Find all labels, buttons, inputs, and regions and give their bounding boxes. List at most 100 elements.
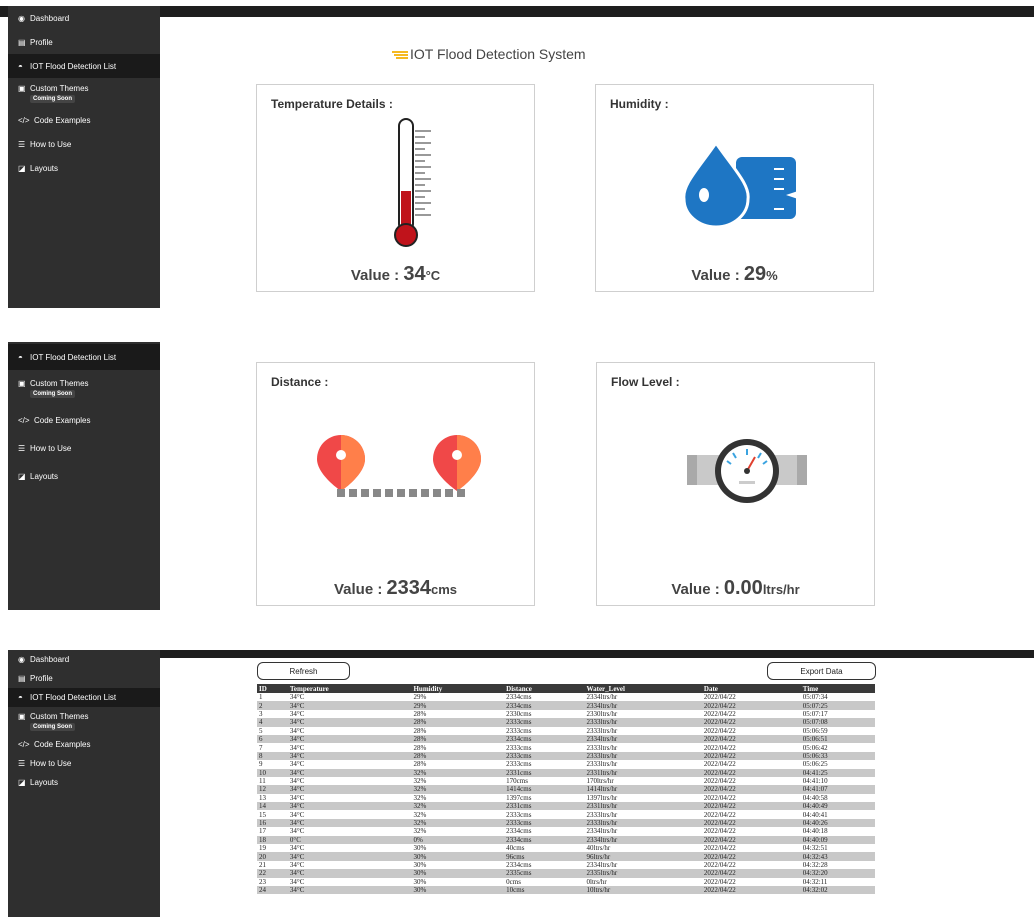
value-prefix: Value : (671, 581, 720, 598)
export-data-button[interactable]: Export Data (767, 662, 876, 680)
table-cell: 17 (259, 827, 266, 836)
table-cell: 05:06:25 (802, 760, 828, 769)
sidebar-item-label: Dashboard (30, 655, 70, 664)
sidebar-item-label: Code Examples (34, 415, 91, 425)
value-number: 0.00 (723, 577, 763, 599)
sidebar-item-label: IOT Flood Detection List (30, 61, 117, 71)
table-cell: 28% (411, 734, 505, 744)
table-cell: 13 (259, 793, 266, 802)
table-cell: 34°C (289, 861, 305, 869)
table-cell: 2022/04/22 (703, 793, 736, 802)
table-cell: 14 (257, 802, 288, 811)
table-cell: 2330ltrs/hr (586, 709, 618, 718)
sidebar-item-code-examples[interactable]: </> Code Examples (8, 108, 160, 132)
table-cell: 05:07:25 (800, 701, 875, 710)
table-cell: 2331ltrs/hr (584, 802, 702, 811)
table-cell: 2335ltrs/hr (584, 869, 702, 878)
sidebar-item-code-examples[interactable]: </> Code Examples (8, 735, 160, 754)
coming-soon-badge: Coming Soon (30, 722, 75, 731)
table-cell: 2022/04/22 (701, 885, 801, 895)
sidebar-item-custom-themes[interactable]: ▣ Custom Themes Coming Soon (8, 78, 160, 108)
table-cell: 11 (259, 777, 266, 786)
table-cell: 20 (257, 852, 288, 861)
table-cell: 0% (411, 835, 505, 845)
table-cell: 2331ltrs/hr (584, 768, 702, 777)
sidebar-item-layouts[interactable]: ◪ Layouts (8, 156, 160, 180)
table-cell: 2334ltrs/hr (586, 861, 618, 869)
sidebar-item-custom-themes[interactable]: ▣ Custom Themes Coming Soon (8, 707, 160, 735)
table-cell: 4 (257, 718, 288, 727)
table-cell: 2334ltrs/hr (584, 701, 702, 710)
temperature-card: Temperature Details : Value : 34°C (256, 84, 535, 292)
table-cell: 34°C (289, 810, 305, 819)
card-title: Humidity : (610, 97, 669, 111)
table-cell: 28% (413, 726, 427, 735)
table-cell: 04:32:02 (800, 885, 875, 895)
table-cell: 10ltrs/hr (584, 885, 702, 895)
value-number: 2334 (386, 577, 432, 599)
sidebar-item-dashboard[interactable]: ◉ Dashboard (8, 6, 160, 30)
table-cell: 2331cms (504, 802, 585, 811)
sidebar-item-layouts[interactable]: ◪ Layouts (8, 773, 160, 792)
table-cell: 05:06:59 (802, 726, 828, 735)
refresh-button[interactable]: Refresh (257, 662, 350, 680)
value-prefix: Value : (691, 267, 740, 284)
table-row: 17 34°C 32% 2334cms 2334ltrs/hr 2022/04/22 04:… (257, 827, 875, 835)
list-icon: ☰ (18, 139, 26, 149)
distance-value: Value : 2334cms (257, 577, 534, 600)
sidebar-item-flood-list[interactable]: ◓ IOT Flood Detection List (8, 688, 160, 707)
sidebar-item-label: How to Use (30, 759, 72, 768)
column-header: Time (800, 684, 875, 693)
sidebar-item-profile[interactable]: ▤ Profile (8, 30, 160, 54)
sidebar-item-custom-themes[interactable]: ▣ Custom Themes Coming Soon (8, 370, 160, 406)
flow-level-value: Value : 0.00ltrs/hr (597, 577, 874, 600)
table-cell: 04:32:28 (802, 861, 828, 869)
profile-icon: ▤ (18, 37, 26, 47)
sidebar-item-how-to-use[interactable]: ☰ How to Use (8, 132, 160, 156)
table-cell: 30% (411, 885, 505, 895)
table-cell: 04:40:18 (802, 827, 828, 836)
table-cell: 1414ltrs/hr (584, 785, 702, 794)
page-title: IOT Flood Detection System (390, 46, 586, 63)
table-row: 14 34°C 32% 2331cms 2331ltrs/hr 2022/04/22 04:… (257, 802, 875, 811)
table-cell: 34°C (287, 852, 412, 861)
sidebar-item-code-examples[interactable]: </> Code Examples (8, 406, 160, 434)
table-row: 22 34°C 30% 2335cms 2335ltrs/hr 2022/04/22 04:… (257, 869, 875, 878)
table-cell: 2022/04/22 (703, 726, 736, 735)
page-title-text: IOT Flood Detection System (410, 46, 586, 62)
table-cell: 2334cms (504, 734, 585, 744)
table-cell: 05:06:33 (800, 751, 875, 761)
profile-icon: ▤ (18, 674, 26, 683)
sidebar-item-profile[interactable]: ▤ Profile (8, 669, 160, 688)
table-cell: 0ltrs/hr (586, 877, 607, 886)
table-cell: 96cms (504, 852, 585, 861)
table-cell: 170cms (506, 777, 528, 786)
table-cell: 40cms (506, 844, 525, 853)
table-body: 1 34°C 29% 2334cms 2334ltrs/hr 2022/04/22 05:0… (257, 693, 875, 895)
table-cell: 2334cms (506, 861, 532, 869)
table-cell: 2022/04/22 (701, 802, 801, 811)
sidebar-item-how-to-use[interactable]: ☰ How to Use (8, 434, 160, 462)
table-cell: 28% (413, 760, 427, 769)
circle-icon: ◓ (18, 693, 23, 702)
table-row: 9 34°C 28% 2333cms 2333ltrs/hr 2022/04/22 05:0… (257, 760, 875, 768)
sidebar-item-flood-list[interactable]: ◓ IOT Flood Detection List (8, 344, 160, 370)
table-cell: 30% (413, 844, 427, 853)
sidebar-item-flood-list[interactable]: ◓ IOT Flood Detection List (8, 54, 160, 78)
table-cell: 8 (257, 751, 288, 761)
table-row: 19 34°C 30% 40cms 40ltrs/hr 2022/04/22 04:32:5… (257, 844, 875, 852)
table-row: 16 34°C 32% 2333cms 2333ltrs/hr 2022/04/22 04:… (257, 818, 875, 828)
table-row: 4 34°C 28% 2333cms 2333ltrs/hr 2022/04/22 05:0… (257, 718, 875, 727)
table-cell: 2334cms (506, 693, 532, 702)
map-pins-icon (315, 433, 485, 508)
table-cell: 2333cms (506, 810, 532, 819)
table-cell: 7 (259, 743, 263, 752)
table-cell: 32% (413, 777, 427, 786)
value-number: 34 (403, 263, 426, 285)
sidebar-item-how-to-use[interactable]: ☰ How to Use (8, 754, 160, 773)
sidebar-item-label: Layouts (30, 163, 59, 173)
sidebar-item-layouts[interactable]: ◪ Layouts (8, 462, 160, 490)
sidebar-item-dashboard[interactable]: ◉ Dashboard (8, 650, 160, 669)
table-cell: 04:41:25 (800, 768, 875, 777)
table-cell: 22 (257, 869, 288, 878)
